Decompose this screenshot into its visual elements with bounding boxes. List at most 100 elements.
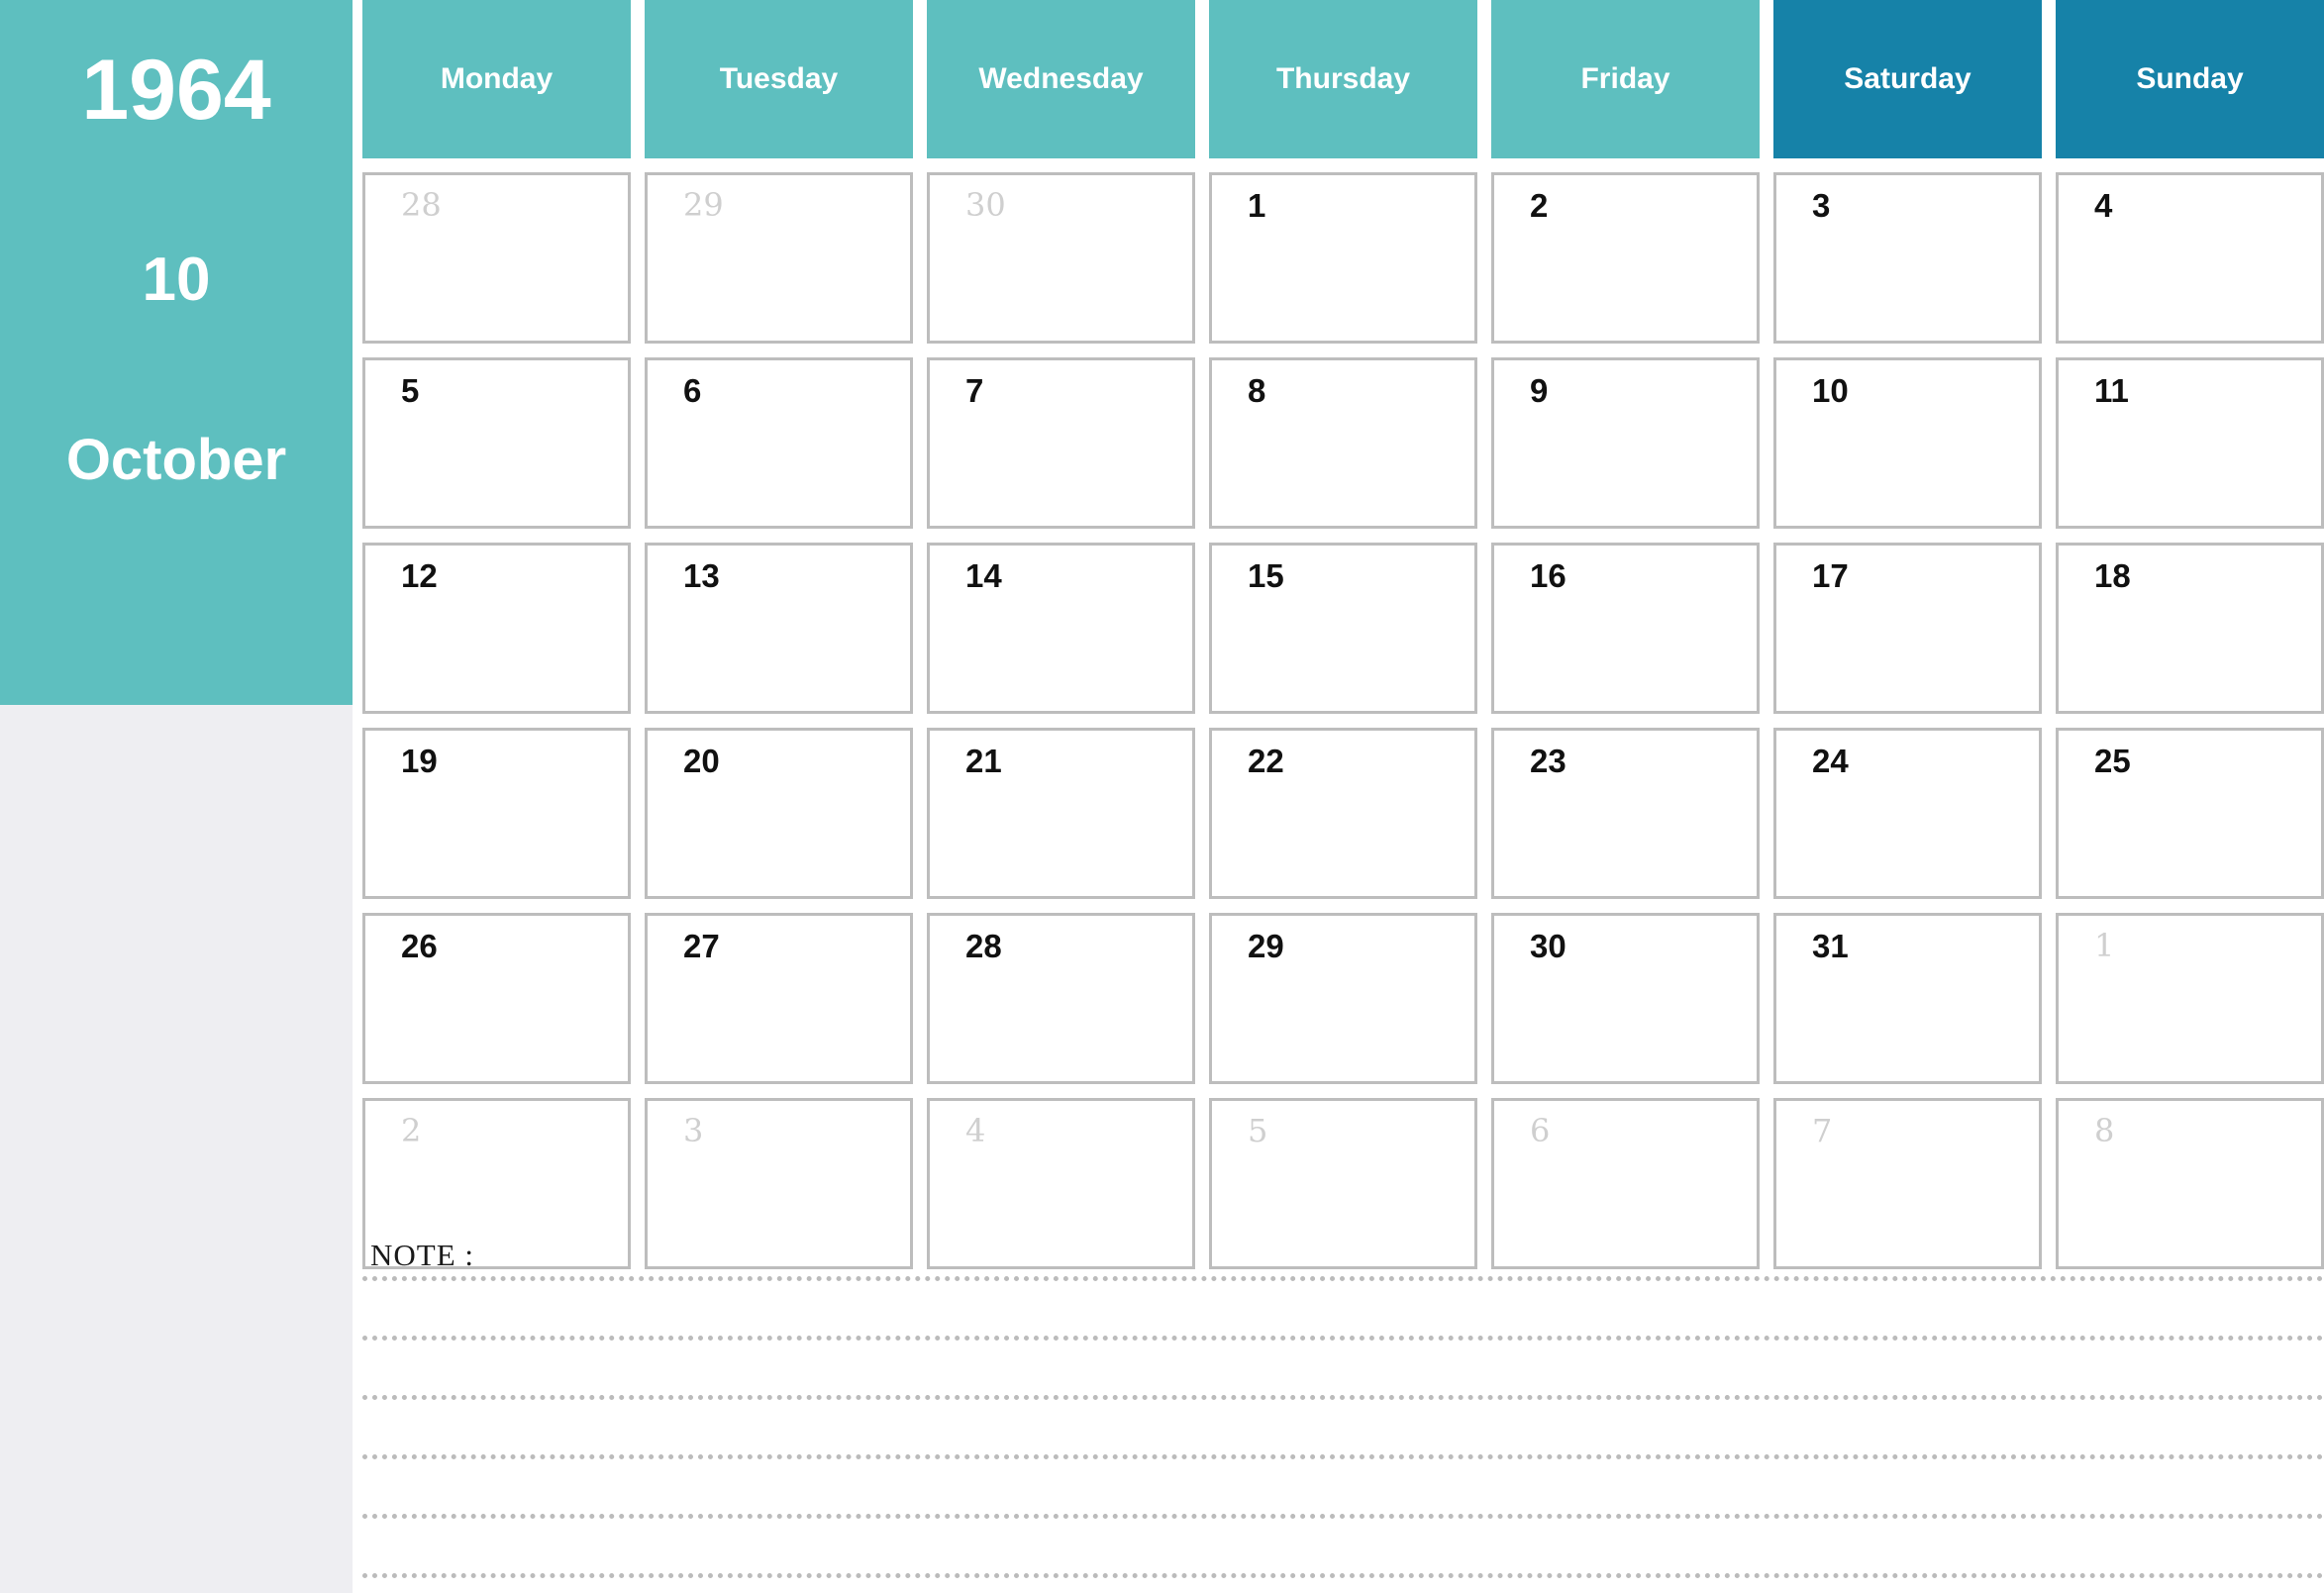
weekday-header-monday[interactable]: Monday <box>362 0 631 158</box>
day-cell[interactable]: 4 <box>2056 172 2324 344</box>
day-cell[interactable]: 20 <box>645 728 913 899</box>
day-cell[interactable]: 14 <box>927 543 1195 714</box>
weekday-header-row: Monday Tuesday Wednesday Thursday Friday Satu… <box>362 0 2324 158</box>
sidebar-title-block: 1964 10 October <box>0 0 353 705</box>
weekday-header-friday[interactable]: Friday <box>1491 0 1760 158</box>
day-number: 4 <box>2094 187 2113 224</box>
day-number: 7 <box>1812 1112 1833 1149</box>
day-number: 28 <box>965 928 1002 964</box>
day-number: 1 <box>2094 927 2115 964</box>
day-cell[interactable]: 23 <box>1491 728 1760 899</box>
day-number: 14 <box>965 557 1002 594</box>
day-cell[interactable]: 28 <box>927 913 1195 1084</box>
day-number: 25 <box>2094 743 2131 779</box>
weekday-label: Thursday <box>1275 62 1411 95</box>
day-number: 1 <box>1248 187 1266 224</box>
note-line[interactable] <box>362 1454 2324 1464</box>
weekday-label: Friday <box>1580 62 1670 95</box>
day-number: 17 <box>1812 557 1849 594</box>
day-cell[interactable]: 16 <box>1491 543 1760 714</box>
sidebar-month-number: 10 <box>142 246 211 314</box>
day-cell[interactable]: 19 <box>362 728 631 899</box>
weekday-header-tuesday[interactable]: Tuesday <box>645 0 913 158</box>
day-number: 15 <box>1248 557 1284 594</box>
weekday-label: Saturday <box>1844 62 1971 95</box>
day-cell[interactable]: 22 <box>1209 728 1477 899</box>
day-number: 20 <box>683 743 720 779</box>
day-cell[interactable]: 11 <box>2056 357 2324 529</box>
day-number: 13 <box>683 557 720 594</box>
day-cell[interactable]: 26 <box>362 913 631 1084</box>
day-cell[interactable]: 8 <box>1209 357 1477 529</box>
day-number: 3 <box>1812 187 1831 224</box>
weekday-label: Monday <box>440 62 554 95</box>
day-number: 7 <box>965 372 984 409</box>
sidebar-year: 1964 <box>81 43 271 138</box>
week-row: 5 6 7 8 9 10 11 <box>362 357 2324 529</box>
day-cell[interactable]: 29 <box>645 172 913 344</box>
weekday-label: Wednesday <box>978 62 1144 95</box>
day-cell[interactable]: 17 <box>1773 543 2042 714</box>
day-number: 8 <box>2094 1112 2115 1149</box>
day-number: 18 <box>2094 557 2131 594</box>
day-number: 10 <box>1812 372 1849 409</box>
day-number: 29 <box>1248 928 1284 964</box>
day-cell[interactable]: 21 <box>927 728 1195 899</box>
note-line[interactable] <box>362 1276 2324 1286</box>
note-line[interactable] <box>362 1573 2324 1583</box>
week-row: 12 13 14 15 16 17 18 <box>362 543 2324 714</box>
note-label: NOTE : <box>370 1238 475 1272</box>
sidebar-month-name: October <box>65 428 287 492</box>
day-cell[interactable]: 18 <box>2056 543 2324 714</box>
week-row: 28 29 30 1 2 3 4 <box>362 172 2324 344</box>
day-cell[interactable]: 5 <box>362 357 631 529</box>
weekday-header-thursday[interactable]: Thursday <box>1209 0 1477 158</box>
day-number: 30 <box>965 186 1006 224</box>
week-row: 19 20 21 22 23 24 25 <box>362 728 2324 899</box>
week-rows: 28 29 30 1 2 3 4 5 6 7 8 9 10 11 12 13 14 15 16 17 18 19 20 21 2… <box>362 172 2324 1269</box>
day-cell[interactable]: 31 <box>1773 913 2042 1084</box>
day-number: 5 <box>401 372 420 409</box>
weekday-header-wednesday[interactable]: Wednesday <box>927 0 1195 158</box>
day-cell[interactable]: 9 <box>1491 357 1760 529</box>
day-cell[interactable]: 30 <box>1491 913 1760 1084</box>
day-cell[interactable]: 2 <box>1491 172 1760 344</box>
weekday-label: Sunday <box>2136 62 2244 95</box>
day-number: 27 <box>683 928 720 964</box>
note-line[interactable] <box>362 1336 2324 1345</box>
day-number: 6 <box>1530 1112 1551 1149</box>
weekday-label: Tuesday <box>719 62 839 95</box>
day-cell[interactable]: 13 <box>645 543 913 714</box>
day-number: 21 <box>965 743 1002 779</box>
day-number: 22 <box>1248 743 1284 779</box>
week-row: 26 27 28 29 30 31 1 <box>362 913 2324 1084</box>
day-cell[interactable]: 6 <box>645 357 913 529</box>
day-number: 19 <box>401 743 438 779</box>
note-line[interactable] <box>362 1395 2324 1405</box>
day-number: 26 <box>401 928 438 964</box>
day-number: 16 <box>1530 557 1566 594</box>
day-cell[interactable]: 15 <box>1209 543 1477 714</box>
day-number: 3 <box>683 1112 704 1149</box>
day-number: 2 <box>401 1112 422 1149</box>
day-cell[interactable]: 25 <box>2056 728 2324 899</box>
day-cell[interactable]: 12 <box>362 543 631 714</box>
day-number: 11 <box>2094 372 2129 409</box>
day-cell[interactable]: 27 <box>645 913 913 1084</box>
day-cell[interactable]: 3 <box>1773 172 2042 344</box>
day-cell[interactable]: 28 <box>362 172 631 344</box>
day-cell[interactable]: 24 <box>1773 728 2042 899</box>
weekday-header-sunday[interactable]: Sunday <box>2056 0 2324 158</box>
day-number: 24 <box>1812 743 1849 779</box>
day-cell[interactable]: 1 <box>2056 913 2324 1084</box>
day-cell[interactable]: 10 <box>1773 357 2042 529</box>
sidebar: 1964 10 October <box>0 0 353 1593</box>
weekday-header-saturday[interactable]: Saturday <box>1773 0 2042 158</box>
day-number: 29 <box>683 186 724 224</box>
day-cell[interactable]: 7 <box>927 357 1195 529</box>
day-number: 5 <box>1248 1112 1268 1149</box>
day-cell[interactable]: 30 <box>927 172 1195 344</box>
day-cell[interactable]: 1 <box>1209 172 1477 344</box>
day-cell[interactable]: 29 <box>1209 913 1477 1084</box>
note-line[interactable] <box>362 1514 2324 1524</box>
